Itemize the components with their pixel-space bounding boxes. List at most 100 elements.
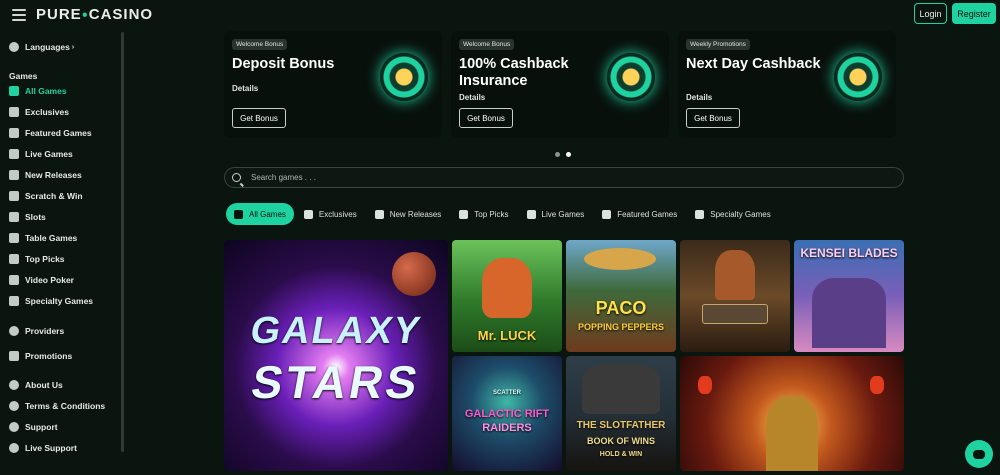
- promo-title: Next Day Cashback: [686, 56, 821, 72]
- document-icon: [9, 401, 19, 411]
- sidebar-item-video-poker[interactable]: Video Poker: [9, 273, 74, 287]
- sidebar-item-exclusives[interactable]: Exclusives: [9, 105, 69, 119]
- chat-icon: [9, 443, 19, 453]
- menu-icon[interactable]: [12, 9, 26, 21]
- game-title: GALAXY: [247, 310, 425, 352]
- tab-icon: [526, 209, 536, 219]
- sidebar-item-promotions[interactable]: Promotions: [9, 349, 72, 363]
- login-button[interactable]: Login: [914, 3, 947, 24]
- game-title: GALACTIC RIFT: [464, 408, 550, 420]
- promo-details-link[interactable]: Details: [232, 84, 258, 93]
- chat-icon: [973, 449, 985, 459]
- sidebar-item-support[interactable]: Support: [9, 420, 58, 434]
- mobsters: [582, 364, 660, 414]
- sidebar-item-slots[interactable]: Slots: [9, 210, 46, 224]
- game-subtitle: RAIDERS: [482, 422, 532, 434]
- tab-live-games[interactable]: Live Games: [519, 203, 593, 225]
- get-bonus-button[interactable]: Get Bonus: [459, 108, 513, 128]
- game-subtitle: BOOK OF WINS: [587, 436, 655, 446]
- top-icon: [9, 254, 19, 264]
- promo-card: Welcome Bonus 100% Cashback Insurance Deta…: [451, 31, 669, 138]
- game-title: PACO: [595, 298, 647, 318]
- tab-icon: [234, 209, 243, 219]
- game-tile-mr-luck[interactable]: Mr. LUCK: [452, 240, 562, 352]
- promo-title: 100% Cashback Insurance: [459, 56, 569, 89]
- live-chat-button[interactable]: [965, 440, 993, 468]
- search-icon: [232, 173, 241, 182]
- sidebar-scrollbar[interactable]: [121, 32, 124, 452]
- tab-all-games[interactable]: All Games: [226, 203, 294, 225]
- game-tile-galactic-rift[interactable]: SCATTER GALACTIC RIFT RAIDERS: [452, 356, 562, 471]
- game-tile-galaxy-stars[interactable]: GALAXY STARS: [224, 240, 448, 471]
- tab-icon: [303, 209, 313, 219]
- casino-chip-icon: [380, 53, 428, 101]
- game-title: THE SLOTFATHER: [576, 420, 666, 431]
- poker-icon: [9, 275, 19, 285]
- tab-new-releases[interactable]: New Releases: [367, 203, 450, 225]
- search-input[interactable]: [251, 173, 851, 182]
- lantern-left: [698, 376, 712, 394]
- carousel-dot[interactable]: [555, 152, 560, 157]
- game-title: Mr. LUCK: [477, 328, 537, 343]
- promo-card: Welcome Bonus Deposit Bonus Details Get Bon…: [224, 31, 442, 138]
- sidebar-item-table-games[interactable]: Table Games: [9, 231, 77, 245]
- sidebar-item-featured-games[interactable]: Featured Games: [9, 126, 92, 140]
- support-icon: [9, 422, 19, 432]
- sidebar-item-specialty-games[interactable]: Specialty Games: [9, 294, 93, 308]
- get-bonus-button[interactable]: Get Bonus: [686, 108, 740, 128]
- carousel-dot-active[interactable]: [566, 152, 571, 157]
- character: [715, 250, 755, 300]
- game-tile-kensei-blades[interactable]: KENSEI BLADES: [794, 240, 904, 352]
- info-icon: [9, 380, 19, 390]
- promo-tag: Weekly Promotions: [686, 39, 750, 50]
- providers-icon: [9, 326, 19, 336]
- planet: [392, 252, 436, 296]
- book: [702, 304, 768, 324]
- game-tile-fortune[interactable]: [680, 356, 904, 471]
- game-tile-book[interactable]: [680, 240, 790, 352]
- promo-details-link[interactable]: Details: [686, 93, 712, 102]
- sidebar-item-top-picks[interactable]: Top Picks: [9, 252, 65, 266]
- sidebar-item-new-releases[interactable]: New Releases: [9, 168, 82, 182]
- new-icon: [9, 170, 19, 180]
- gift-icon: [9, 351, 19, 361]
- get-bonus-button[interactable]: Get Bonus: [232, 108, 286, 128]
- tab-featured-games[interactable]: Featured Games: [594, 203, 685, 225]
- sidebar-item-providers[interactable]: Providers: [9, 324, 64, 338]
- lantern-right: [870, 376, 884, 394]
- sidebar-item-live-games[interactable]: Live Games: [9, 147, 73, 161]
- search-bar: [224, 167, 904, 188]
- promo-tag: Welcome Bonus: [232, 39, 288, 50]
- tab-icon: [695, 209, 705, 219]
- tab-top-picks[interactable]: Top Picks: [451, 203, 516, 225]
- live-icon: [9, 149, 19, 159]
- slots-icon: [9, 212, 19, 222]
- logo[interactable]: PURE●CASINO: [36, 6, 153, 23]
- scatter-badge: SCATTER: [493, 390, 521, 396]
- game-tile-slotfather[interactable]: THE SLOTFATHER BOOK OF WINS HOLD & WIN: [566, 356, 676, 471]
- tab-specialty-games[interactable]: Specialty Games: [687, 203, 778, 225]
- game-tile-paco[interactable]: PACO POPPING PEPPERS: [566, 240, 676, 352]
- register-button[interactable]: Register: [952, 3, 996, 24]
- tab-icon: [602, 209, 612, 219]
- sidebar-item-about-us[interactable]: About Us: [9, 378, 63, 392]
- tab-exclusives[interactable]: Exclusives: [296, 203, 365, 225]
- top-bar: PURE●CASINO Login Register: [0, 0, 1000, 30]
- promo-title: Deposit Bonus: [232, 56, 335, 72]
- table-icon: [9, 233, 19, 243]
- promo-card: Weekly Promotions Next Day Cashback Detail…: [678, 31, 896, 138]
- warriors: [812, 278, 886, 348]
- sidebar-item-terms-conditions[interactable]: Terms & Conditions: [9, 399, 105, 413]
- sombrero: [584, 248, 656, 270]
- carousel-dots: [555, 144, 577, 162]
- sidebar-item-all-games[interactable]: All Games: [9, 84, 67, 98]
- sidebar-item-scratch-win[interactable]: Scratch & Win: [9, 189, 83, 203]
- languages-selector[interactable]: Languages ›: [9, 40, 74, 54]
- game-badge: HOLD & WIN: [599, 451, 643, 458]
- promo-details-link[interactable]: Details: [459, 93, 485, 102]
- tab-icon: [459, 209, 469, 219]
- game-subtitle: POPPING PEPPERS: [577, 322, 665, 332]
- tab-icon: [374, 209, 384, 219]
- fortune-god: [766, 396, 818, 471]
- sidebar-item-live-support[interactable]: Live Support: [9, 441, 77, 455]
